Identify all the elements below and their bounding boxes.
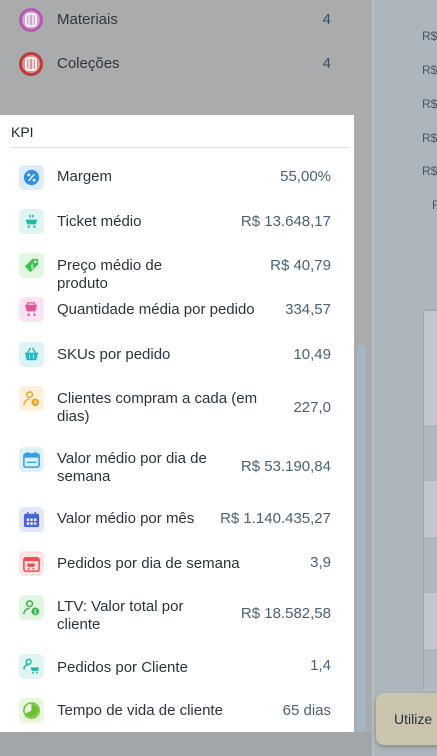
list-item-label: Coleções <box>57 55 120 72</box>
list-item-value: 4 <box>322 11 331 28</box>
table-fragment <box>423 310 437 690</box>
materials-icon <box>19 8 43 32</box>
kpi-label: Valor médio por dia de semana <box>57 450 207 485</box>
list-item-label: Materiais <box>57 11 118 28</box>
kpi-value: R$ 13.648,17 <box>240 213 331 230</box>
list-item-value: 4 <box>322 55 331 72</box>
kpi-value: R$ 1.140.435,27 <box>220 510 331 527</box>
currency-label: R <box>432 198 437 212</box>
kpi-value: R$ 40,79 <box>270 257 331 274</box>
background-strip <box>0 732 372 756</box>
kpi-label: Clientes compram a cada (em dias) <box>57 390 258 425</box>
kpi-value: 334,57 <box>285 301 331 318</box>
scrollbar-thumb[interactable] <box>357 345 366 756</box>
kpi-label: Preço médio de produto <box>57 257 163 292</box>
divider <box>372 0 374 756</box>
kpi-value: R$ 18.582,58 <box>240 605 331 622</box>
currency-label: R$ <box>422 29 437 43</box>
toast-text: Utilize <box>394 711 433 727</box>
collections-icon <box>19 52 43 76</box>
currency-label: R$ <box>422 63 437 77</box>
user-cart-icon <box>19 654 44 679</box>
cart-bag-icon <box>19 297 44 322</box>
user-money-icon: $ <box>19 595 44 620</box>
kpi-label: SKUs por pedido <box>57 346 171 363</box>
kpi-label: Quantidade média por pedido <box>57 301 255 318</box>
price-tag-icon: $ <box>19 253 44 278</box>
kpi-label: Ticket médio <box>57 213 142 230</box>
currency-label: R$ <box>422 164 437 178</box>
background-panel: R$ R$ R$ R$ R$ R <box>372 0 437 756</box>
kpi-label: Pedidos por dia de semana <box>57 555 240 572</box>
percent-icon <box>19 165 44 190</box>
calendar-cart-icon <box>19 551 44 576</box>
kpi-value: 227,0 <box>293 399 331 416</box>
kpi-value: 65 dias <box>282 702 331 719</box>
divider <box>11 147 349 148</box>
cart-hand-icon <box>19 209 44 234</box>
kpi-title: KPI <box>11 124 34 140</box>
svg-text:$: $ <box>33 610 37 616</box>
kpi-value: 55,00% <box>280 168 331 185</box>
kpi-value: 1,4 <box>310 657 331 674</box>
kpi-value: R$ 53.190,84 <box>240 458 331 475</box>
kpi-value: 10,49 <box>293 346 331 363</box>
currency-label: R$ <box>422 131 437 145</box>
kpi-label: Margem <box>57 168 113 185</box>
kpi-label: Tempo de vida de cliente <box>57 702 223 719</box>
kpi-value: 3,9 <box>310 554 331 571</box>
currency-label: R$ <box>422 97 437 111</box>
kpi-label: Pedidos por Cliente <box>57 659 188 676</box>
toast-message[interactable]: Utilize <box>376 693 437 745</box>
kpi-label: LTV: Valor total por cliente <box>57 598 184 633</box>
pie-time-icon <box>19 698 44 723</box>
basket-icon <box>19 342 44 367</box>
kpi-label: Valor médio por mês <box>57 510 195 527</box>
calendar-month-icon <box>19 507 44 532</box>
user-clock-icon <box>19 386 44 411</box>
svg-text:$: $ <box>31 264 35 270</box>
list-item-colecoes[interactable]: Coleções 4 <box>0 44 352 88</box>
list-item-materiais[interactable]: Materiais 4 <box>0 0 352 44</box>
kpi-card: KPI Margem 55,00% Ticket médio R$ 13.648… <box>0 115 354 732</box>
calendar-week-icon <box>19 447 44 472</box>
